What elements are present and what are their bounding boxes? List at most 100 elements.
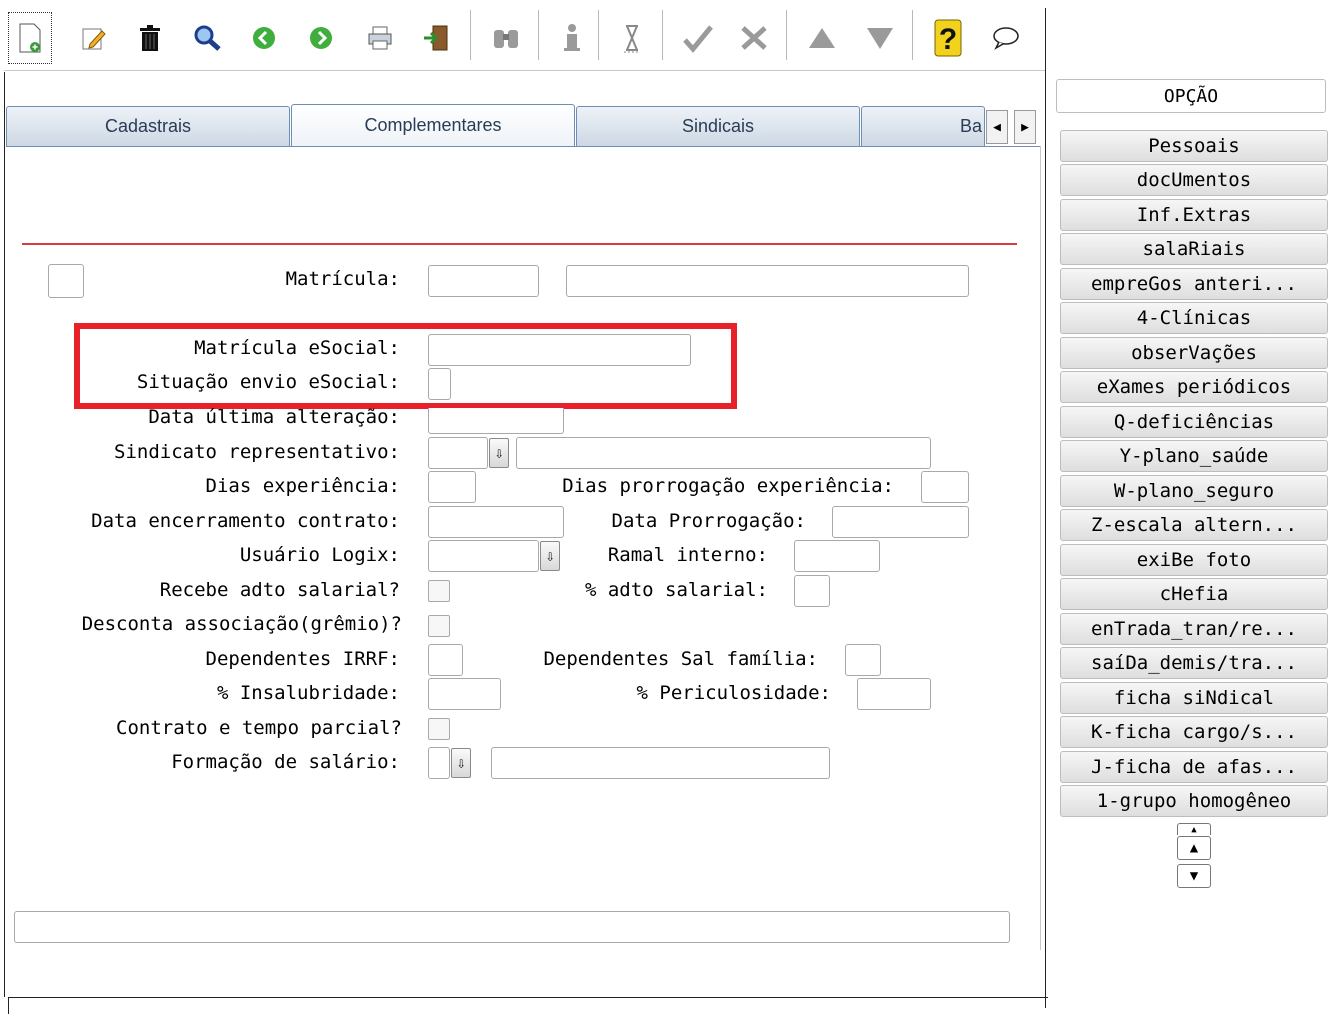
- previous-icon[interactable]: [242, 12, 286, 64]
- option-button-ficha-cargo[interactable]: K-ficha cargo/s...: [1060, 716, 1328, 748]
- option-button-deficiencias[interactable]: Q-deficiências: [1060, 406, 1328, 438]
- next-icon[interactable]: [299, 12, 343, 64]
- option-button-entrada-transferencia[interactable]: enTrada_tran/re...: [1060, 613, 1328, 645]
- usuario-logix-field[interactable]: [428, 540, 539, 572]
- sindicato-desc-field[interactable]: [516, 437, 931, 469]
- down-icon[interactable]: [858, 12, 902, 64]
- ramal-interno-field[interactable]: [794, 540, 880, 572]
- matricula-nome-field[interactable]: [566, 265, 969, 297]
- option-button-ficha-afastamento[interactable]: J-ficha de afas...: [1060, 751, 1328, 783]
- situacao-esocial-field[interactable]: [428, 368, 451, 400]
- status-message-bar: [14, 911, 1010, 943]
- up-icon[interactable]: [800, 12, 844, 64]
- dependentes-sal-familia-label: Dependentes Sal família:: [543, 648, 818, 670]
- svg-text:?: ?: [939, 23, 957, 56]
- sindicato-code-field[interactable]: [428, 437, 488, 469]
- data-prorrogacao-label: Data Prorrogação:: [611, 510, 806, 532]
- new-document-icon[interactable]: [8, 12, 52, 64]
- tab-cadastrais[interactable]: Cadastrais: [6, 106, 290, 146]
- option-button-grupo-homogeneo[interactable]: 1-grupo homogêneo: [1060, 785, 1328, 817]
- edit-icon[interactable]: [72, 12, 116, 64]
- options-header: OPÇÃO: [1056, 79, 1326, 113]
- matricula-label: Matrícula:: [285, 268, 400, 290]
- tab-scroll-right-icon[interactable]: ▶: [1014, 110, 1036, 144]
- dependentes-sal-familia-field[interactable]: [845, 644, 881, 676]
- usuario-logix-label: Usuário Logix:: [239, 544, 400, 566]
- contrato-tempo-parcial-checkbox[interactable]: [428, 718, 450, 740]
- option-button-clinicas[interactable]: 4-Clínicas: [1060, 302, 1328, 334]
- pct-insalubridade-label: % Insalubridade:: [216, 682, 400, 704]
- usuario-logix-lookup-icon[interactable]: ⇩: [540, 541, 560, 571]
- situacao-esocial-label: Situação envio eSocial:: [136, 371, 400, 393]
- formacao-salario-label: Formação de salário:: [171, 751, 400, 773]
- option-button-documentos[interactable]: docUmentos: [1060, 164, 1328, 196]
- tab-sindicais[interactable]: Sindicais: [576, 106, 860, 146]
- confirm-icon[interactable]: [676, 12, 720, 64]
- delete-icon[interactable]: [128, 12, 172, 64]
- matricula-esocial-field[interactable]: [428, 334, 691, 366]
- tab-scroll-left-icon[interactable]: ◀: [986, 110, 1008, 144]
- option-button-pessoais[interactable]: Pessoais: [1060, 130, 1328, 162]
- option-button-salariais[interactable]: salaRiais: [1060, 233, 1328, 265]
- pct-insalubridade-field[interactable]: [428, 678, 501, 710]
- pct-periculosidade-field[interactable]: [857, 678, 931, 710]
- matricula-esocial-label: Matrícula eSocial:: [194, 337, 400, 359]
- option-button-inf-extras[interactable]: Inf.Extras: [1060, 199, 1328, 231]
- ramal-interno-label: Ramal interno:: [607, 544, 768, 566]
- dias-prorrogacao-label: Dias prorrogação experiência:: [562, 475, 894, 497]
- scroll-down-icon[interactable]: ▼: [1177, 864, 1211, 888]
- formacao-salario-desc-field[interactable]: [491, 747, 830, 779]
- tab-ba[interactable]: Ba: [861, 106, 985, 146]
- empresa-field[interactable]: [48, 264, 84, 298]
- option-button-plano-seguro[interactable]: W-plano_seguro: [1060, 475, 1328, 507]
- exit-icon[interactable]: [414, 12, 458, 64]
- toolbar: ?: [0, 0, 1048, 72]
- option-button-empregos-anteriores[interactable]: empreGos anteri...: [1060, 268, 1328, 300]
- bottom-left-line: [8, 997, 9, 1014]
- hourglass-icon[interactable]: [610, 12, 654, 64]
- option-button-saida-demissao[interactable]: saíDa_demis/tra...: [1060, 647, 1328, 679]
- info-icon[interactable]: [550, 12, 594, 64]
- help-icon[interactable]: ?: [926, 12, 970, 64]
- dias-experiencia-field[interactable]: [428, 471, 476, 503]
- dependentes-irrf-field[interactable]: [428, 644, 463, 676]
- recebe-adto-checkbox[interactable]: [428, 580, 450, 602]
- pct-adto-field[interactable]: [794, 575, 830, 607]
- option-button-escala-alternativa[interactable]: Z-escala altern...: [1060, 509, 1328, 541]
- dias-experiencia-label: Dias experiência:: [205, 475, 400, 497]
- desconta-associacao-checkbox[interactable]: [428, 615, 450, 637]
- scroll-top-icon[interactable]: ▲: [1177, 823, 1211, 835]
- cancel-icon[interactable]: [732, 12, 776, 64]
- data-prorrogacao-field[interactable]: [832, 506, 969, 538]
- sindicato-label: Sindicato representativo:: [114, 441, 400, 463]
- comment-icon[interactable]: [984, 12, 1028, 64]
- search-icon[interactable]: [186, 12, 230, 64]
- pct-periculosidade-label: % Periculosidade:: [636, 682, 831, 704]
- panel-divider: [1045, 8, 1046, 1008]
- recebe-adto-label: Recebe adto salarial?: [159, 579, 400, 601]
- pct-adto-label: % adto salarial:: [584, 579, 768, 601]
- toolbar-divider: [4, 70, 1045, 71]
- formacao-salario-lookup-icon[interactable]: ⇩: [451, 748, 471, 778]
- sindicato-lookup-icon[interactable]: ⇩: [489, 438, 509, 468]
- option-button-exibe-foto[interactable]: exiBe foto: [1060, 544, 1328, 576]
- left-frame-line: [4, 72, 5, 997]
- data-ultima-alteracao-label: Data última alteração:: [148, 406, 400, 428]
- print-icon[interactable]: [358, 12, 402, 64]
- option-button-observacoes[interactable]: obserVações: [1060, 337, 1328, 369]
- matricula-field[interactable]: [428, 265, 539, 297]
- option-button-exames-periodicos[interactable]: eXames periódicos: [1060, 371, 1328, 403]
- data-encerramento-label: Data encerramento contrato:: [91, 510, 400, 532]
- data-encerramento-field[interactable]: [428, 506, 564, 538]
- scroll-up-icon[interactable]: ▲: [1177, 836, 1211, 860]
- formacao-salario-code-field[interactable]: [428, 747, 450, 779]
- binoculars-icon[interactable]: [484, 12, 528, 64]
- tab-complementares[interactable]: Complementares: [291, 104, 575, 146]
- contrato-tempo-parcial-label: Contrato e tempo parcial?: [116, 717, 402, 739]
- data-ultima-alteracao-field[interactable]: [428, 408, 564, 434]
- option-button-plano-saude[interactable]: Y-plano_saúde: [1060, 440, 1328, 472]
- option-button-chefia[interactable]: cHefia: [1060, 578, 1328, 610]
- desconta-associacao-label: Desconta associação(grêmio)?: [81, 613, 402, 635]
- option-button-ficha-sindical[interactable]: ficha siNdical: [1060, 682, 1328, 714]
- dias-prorrogacao-field[interactable]: [921, 471, 969, 503]
